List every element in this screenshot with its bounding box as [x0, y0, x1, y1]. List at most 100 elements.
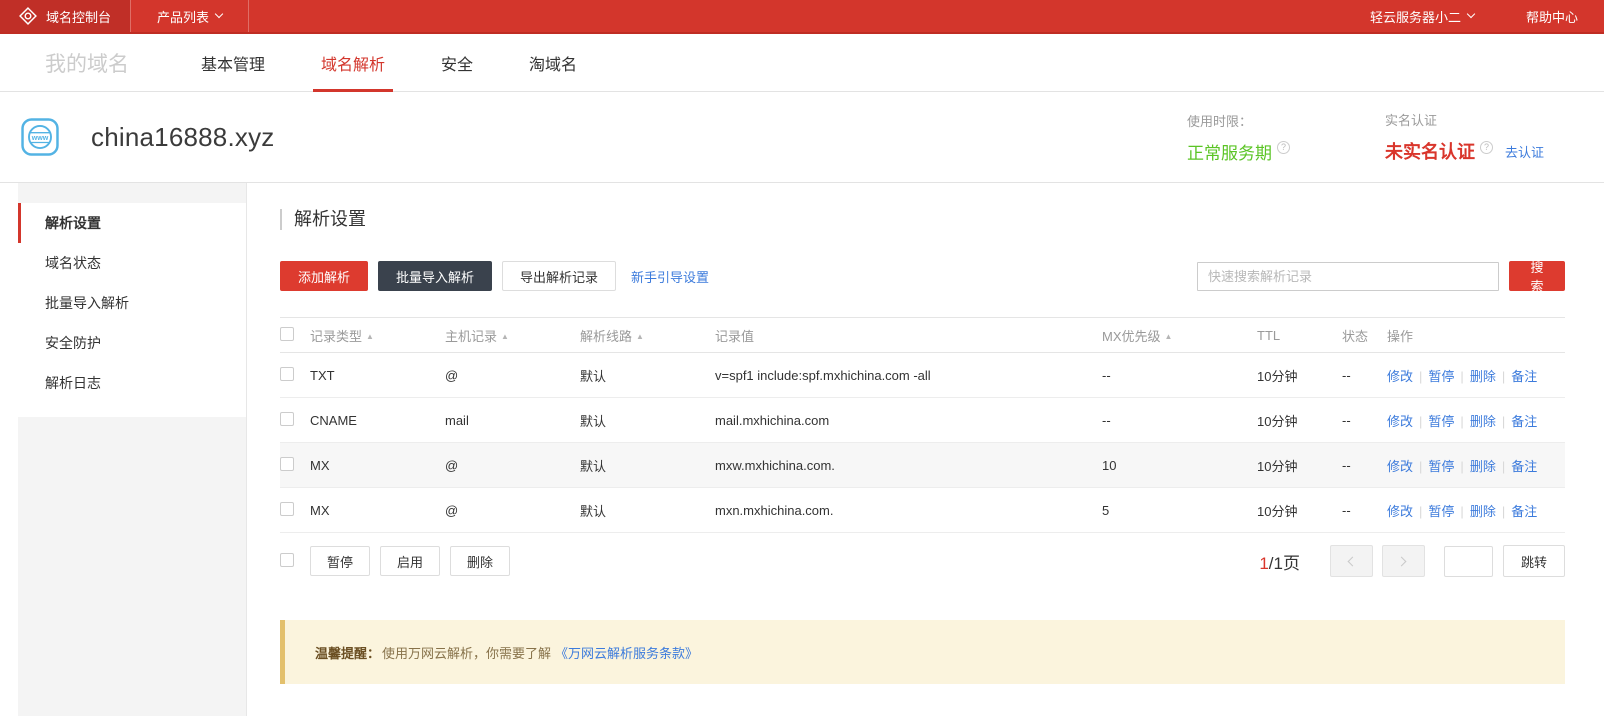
- reminder-title: 温馨提醒：: [315, 643, 380, 662]
- search-input[interactable]: [1197, 262, 1499, 291]
- table-header-row: 记录类型▲ 主机记录▲ 解析线路▲ 记录值 MX优先级▲ TTL 状态 操作: [280, 317, 1565, 353]
- row-checkbox[interactable]: [280, 367, 294, 381]
- main-panel: 解析设置 添加解析 批量导入解析 导出解析记录 新手引导设置 搜索 记录类型▲ …: [247, 183, 1604, 716]
- domain-globe-icon: www: [21, 118, 59, 156]
- sidebar-item-security-protection[interactable]: 安全防护: [18, 323, 246, 363]
- realname-verify-block: 实名认证 未实名认证 ? 去认证: [1385, 110, 1544, 164]
- column-header-line[interactable]: 解析线路 ▲: [580, 326, 715, 345]
- delete-link[interactable]: 删除: [1470, 459, 1496, 474]
- console-brand-label: 域名控制台: [46, 7, 111, 26]
- domain-header: www china16888.xyz 使用时限： 正常服务期 ? 实名认证 未实…: [0, 92, 1604, 183]
- tab-dns-resolution[interactable]: 域名解析: [321, 34, 385, 91]
- action-separator: |: [1413, 369, 1428, 384]
- bulk-enable-button[interactable]: 启用: [380, 546, 440, 576]
- cell-host: mail: [445, 413, 580, 428]
- action-separator: |: [1496, 459, 1511, 474]
- help-center-link[interactable]: 帮助中心: [1500, 0, 1604, 32]
- bulk-delete-button[interactable]: 删除: [450, 546, 510, 576]
- sort-asc-icon: ▲: [636, 332, 644, 341]
- column-header-mx-priority[interactable]: MX优先级▲: [1102, 326, 1257, 345]
- sidebar-item-dns-settings[interactable]: 解析设置: [18, 203, 246, 243]
- export-records-button[interactable]: 导出解析记录: [502, 261, 616, 291]
- usage-period-label: 使用时限：: [1187, 111, 1290, 130]
- sidebar-item-dns-logs[interactable]: 解析日志: [18, 363, 246, 403]
- page-indicator: 1/1页: [1259, 549, 1300, 574]
- next-page-button[interactable]: [1382, 545, 1425, 577]
- select-all-checkbox[interactable]: [280, 327, 294, 341]
- delete-link[interactable]: 删除: [1470, 414, 1496, 429]
- delete-link[interactable]: 删除: [1470, 504, 1496, 519]
- user-account-menu[interactable]: 轻云服务器小二: [1344, 0, 1500, 32]
- batch-import-button[interactable]: 批量导入解析: [378, 261, 492, 291]
- column-header-status: 状态: [1342, 326, 1387, 345]
- search-button[interactable]: 搜索: [1509, 261, 1565, 291]
- column-header-record-type[interactable]: 记录类型 ▲: [310, 326, 445, 345]
- pause-link[interactable]: 暂停: [1428, 414, 1454, 429]
- column-header-ttl: TTL: [1257, 328, 1342, 343]
- cell-value: mail.mxhichina.com: [715, 413, 1102, 428]
- delete-link[interactable]: 删除: [1470, 369, 1496, 384]
- action-separator: |: [1413, 504, 1428, 519]
- tab-domain-market[interactable]: 淘域名: [529, 34, 577, 91]
- cell-value: v=spf1 include:spf.mxhichina.com -all: [715, 368, 1102, 383]
- sidebar-item-domain-status[interactable]: 域名状态: [18, 243, 246, 283]
- topbar-spacer: [249, 0, 1344, 32]
- table-footer: 暂停 启用 删除 1/1页 跳转: [280, 533, 1565, 589]
- chevron-down-icon: [1467, 10, 1475, 18]
- row-checkbox[interactable]: [280, 412, 294, 426]
- remark-link[interactable]: 备注: [1511, 459, 1537, 474]
- chevron-left-icon: [1348, 556, 1358, 566]
- domain-name-title: china16888.xyz: [91, 122, 274, 153]
- remark-link[interactable]: 备注: [1511, 414, 1537, 429]
- cell-value: mxw.mxhichina.com.: [715, 458, 1102, 473]
- row-checkbox[interactable]: [280, 502, 294, 516]
- tab-basic-management[interactable]: 基本管理: [201, 34, 265, 91]
- modify-link[interactable]: 修改: [1387, 459, 1413, 474]
- usage-help-icon[interactable]: ?: [1277, 141, 1290, 154]
- action-separator: |: [1496, 414, 1511, 429]
- pause-link[interactable]: 暂停: [1428, 369, 1454, 384]
- cell-ttl: 10分钟: [1257, 456, 1342, 475]
- cell-mx-priority: --: [1102, 413, 1257, 428]
- realname-help-icon[interactable]: ?: [1480, 141, 1493, 154]
- go-verify-link[interactable]: 去认证: [1505, 142, 1544, 161]
- column-header-host[interactable]: 主机记录▲: [445, 326, 580, 345]
- sort-asc-icon: ▲: [501, 332, 509, 341]
- modify-link[interactable]: 修改: [1387, 504, 1413, 519]
- pause-link[interactable]: 暂停: [1428, 504, 1454, 519]
- product-list-menu[interactable]: 产品列表: [131, 0, 248, 32]
- action-separator: |: [1496, 369, 1511, 384]
- action-separator: |: [1496, 504, 1511, 519]
- cell-host: @: [445, 458, 580, 473]
- sidebar-filler: [18, 417, 246, 716]
- table-row: CNAME mail 默认 mail.mxhichina.com -- 10分钟…: [280, 398, 1565, 443]
- tab-security[interactable]: 安全: [441, 34, 473, 91]
- modify-link[interactable]: 修改: [1387, 414, 1413, 429]
- total-pages: /1页: [1269, 554, 1300, 573]
- bulk-pause-button[interactable]: 暂停: [310, 546, 370, 576]
- console-brand[interactable]: 域名控制台: [0, 0, 130, 32]
- remark-link[interactable]: 备注: [1511, 369, 1537, 384]
- sidebar-item-batch-import[interactable]: 批量导入解析: [18, 283, 246, 323]
- cell-record-type: TXT: [310, 368, 445, 383]
- remark-link[interactable]: 备注: [1511, 504, 1537, 519]
- column-header-value: 记录值: [715, 326, 1102, 345]
- column-label: MX优先级: [1102, 329, 1161, 344]
- warm-reminder-banner: 温馨提醒： 使用万网云解析，你需要了解 《万网云解析服务条款》: [280, 620, 1565, 684]
- page-jump-button[interactable]: 跳转: [1503, 545, 1565, 577]
- cell-ttl: 10分钟: [1257, 501, 1342, 520]
- modify-link[interactable]: 修改: [1387, 369, 1413, 384]
- column-label: 解析线路: [580, 329, 632, 344]
- sort-asc-icon: ▲: [366, 332, 374, 341]
- console-logo-icon: [19, 7, 37, 25]
- cell-status: --: [1342, 413, 1387, 428]
- add-record-button[interactable]: 添加解析: [280, 261, 368, 291]
- row-checkbox[interactable]: [280, 457, 294, 471]
- column-label: 记录类型: [310, 329, 362, 344]
- terms-link[interactable]: 《万网云解析服务条款》: [555, 643, 698, 662]
- footer-select-all-checkbox[interactable]: [280, 553, 294, 567]
- pause-link[interactable]: 暂停: [1428, 459, 1454, 474]
- beginner-guide-link[interactable]: 新手引导设置: [631, 267, 709, 286]
- prev-page-button[interactable]: [1330, 545, 1373, 577]
- page-jump-input[interactable]: [1444, 546, 1493, 577]
